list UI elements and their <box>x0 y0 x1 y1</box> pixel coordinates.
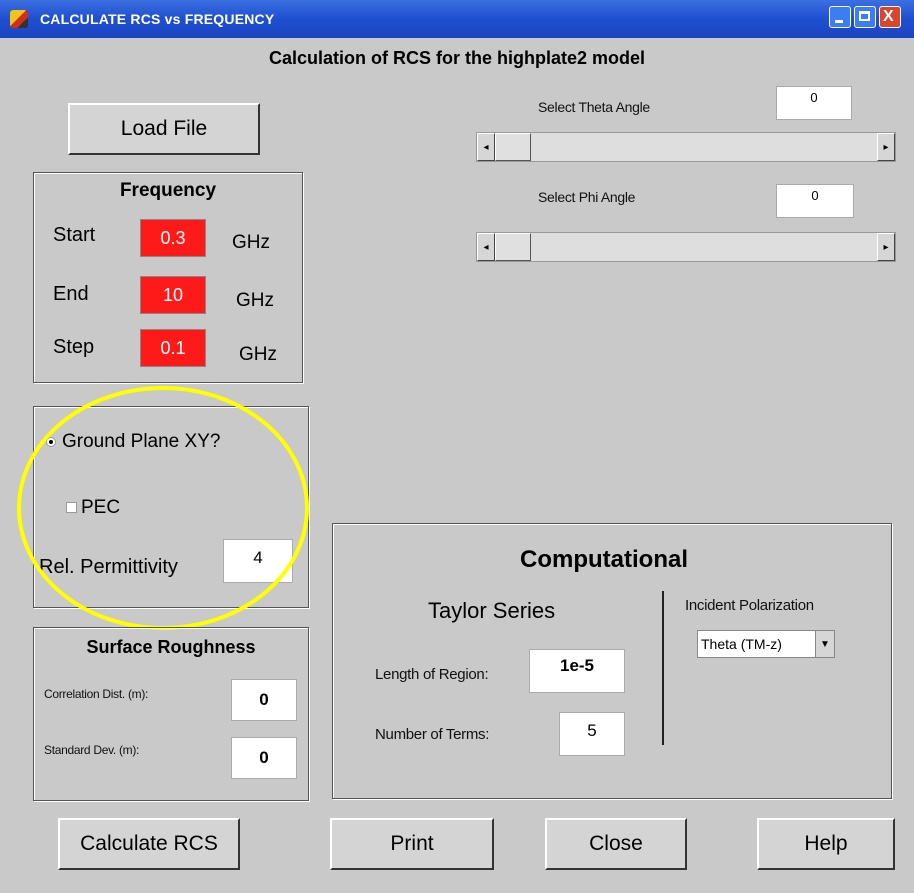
matlab-app-icon <box>10 10 28 28</box>
roughness-title: Surface Roughness <box>86 637 256 657</box>
step-unit: GHz <box>239 344 277 365</box>
standard-dev-input[interactable]: 0 <box>231 737 297 779</box>
minimize-icon[interactable] <box>829 6 851 28</box>
terms-label: Number of Terms: <box>375 726 490 743</box>
theta-slider[interactable]: ◂ ▸ <box>476 132 896 162</box>
taylor-series-title: Taylor Series <box>428 598 556 623</box>
phi-angle-input[interactable]: 0 <box>776 184 854 218</box>
correlation-input[interactable]: 0 <box>231 679 297 721</box>
window-title: CALCULATE RCS vs FREQUENCY <box>40 11 275 27</box>
computational-divider <box>662 591 664 745</box>
theta-slider-thumb[interactable] <box>495 133 531 161</box>
theta-angle-input[interactable]: 0 <box>776 86 852 120</box>
start-frequency-input[interactable]: 0.3 <box>140 219 206 257</box>
step-label: Step <box>53 336 95 358</box>
frequency-title: Frequency <box>119 180 217 201</box>
polarization-value: Theta (TM-z) <box>701 636 782 652</box>
page-title: Calculation of RCS for the highplate2 mo… <box>268 48 646 68</box>
end-label: End <box>53 283 89 305</box>
computational-title: Computational <box>520 546 688 573</box>
standard-dev-label: Standard Dev. (m): <box>44 743 140 757</box>
step-frequency-input[interactable]: 0.1 <box>140 329 206 367</box>
correlation-label: Correlation Dist. (m): <box>44 687 149 701</box>
print-button[interactable]: Print <box>330 818 494 870</box>
end-frequency-input[interactable]: 10 <box>140 276 206 314</box>
close-button[interactable]: Close <box>545 818 687 870</box>
polarization-select[interactable]: Theta (TM-z) ▼ <box>697 630 835 658</box>
start-unit: GHz <box>232 232 270 253</box>
length-label: Length of Region: <box>375 666 489 683</box>
slider-right-arrow-icon[interactable]: ▸ <box>877 133 895 161</box>
close-window-icon[interactable]: X <box>879 6 901 28</box>
phi-slider-thumb[interactable] <box>495 233 531 261</box>
terms-input[interactable]: 5 <box>559 712 625 756</box>
help-button[interactable]: Help <box>757 818 895 870</box>
calculate-rcs-button[interactable]: Calculate RCS <box>58 818 240 870</box>
maximize-icon[interactable] <box>854 6 876 28</box>
slider-left-arrow-icon[interactable]: ◂ <box>477 233 495 261</box>
end-unit: GHz <box>236 290 274 311</box>
phi-label: Select Phi Angle <box>538 189 636 205</box>
polarization-label: Incident Polarization <box>685 597 814 614</box>
length-input[interactable]: 1e-5 <box>529 649 625 693</box>
start-label: Start <box>53 224 96 246</box>
load-file-button[interactable]: Load File <box>68 103 260 155</box>
slider-right-arrow-icon[interactable]: ▸ <box>877 233 895 261</box>
theta-label: Select Theta Angle <box>538 99 650 115</box>
highlight-circle <box>17 386 309 630</box>
chevron-down-icon[interactable]: ▼ <box>815 631 834 657</box>
slider-left-arrow-icon[interactable]: ◂ <box>477 133 495 161</box>
phi-slider[interactable]: ◂ ▸ <box>476 232 896 262</box>
